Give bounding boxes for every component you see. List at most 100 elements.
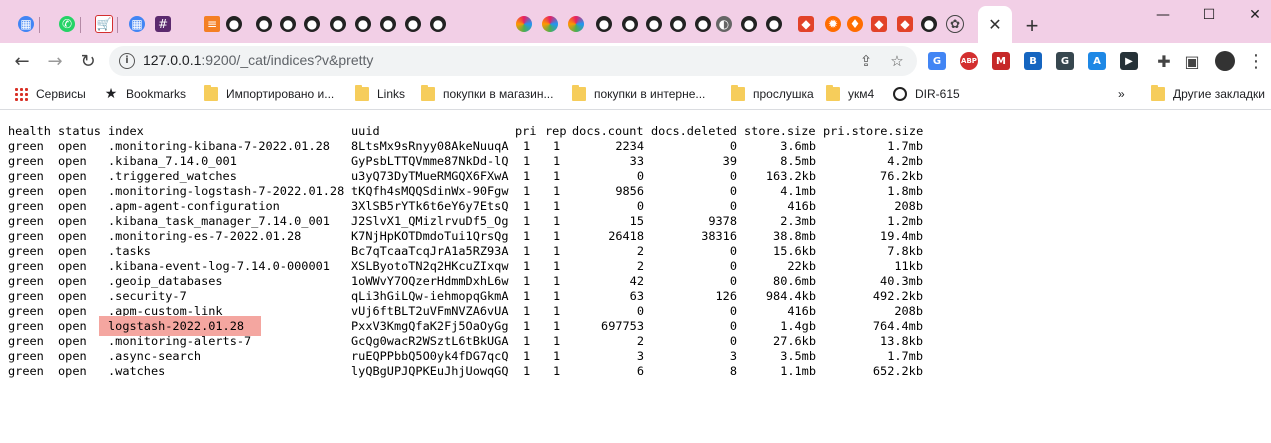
column-header: uuid [351,124,380,138]
browser-tab[interactable] [511,8,537,40]
url-text[interactable]: 127.0.0.1:9200/_cat/indices?v&pretty [143,52,373,68]
table-cell: 1 [523,289,531,303]
bookmark-item[interactable]: покупки в интерне... [572,85,705,103]
table-cell: GyPsbLTTQVmme87NkDd-lQ [351,154,509,168]
table-cell: 764.4mb [872,319,923,333]
browser-tab[interactable]: ◆ [793,8,819,40]
browser-tab[interactable]: 🛒 [91,8,118,40]
forward-button[interactable]: → [41,47,69,75]
table-cell: 1 [523,214,531,228]
table-cell: .triggered_watches [108,169,237,183]
browser-tab[interactable]: ● [221,8,247,40]
table-cell: 1 [553,154,561,168]
browser-tab[interactable]: ● [425,8,451,40]
browser-tab[interactable]: ● [761,8,787,40]
table-cell: 1 [553,364,561,378]
table-cell: open [58,214,87,228]
browser-tab[interactable]: ● [275,8,301,40]
browser-tab[interactable]: ● [617,8,643,40]
bookmark-star-icon[interactable]: ☆ [887,51,907,71]
browser-tab[interactable]: ● [916,8,942,40]
grammar-icon[interactable]: G [1056,52,1074,70]
google-translate-icon[interactable]: G [928,52,946,70]
bookmark-item[interactable]: Links [355,85,405,103]
browser-tab[interactable] [563,8,589,40]
new-tab-button[interactable]: + [1018,12,1046,40]
cursor-extension-icon[interactable]: ▶ [1120,52,1138,70]
browser-tab[interactable]: ● [375,8,401,40]
bookmarks-overflow-button[interactable]: » [1118,85,1125,103]
table-cell: logstash-2022.01.28 [108,319,245,333]
blue-bars-icon[interactable]: B [1024,52,1042,70]
table-cell: 9856 [615,184,644,198]
bookmark-label: Сервисы [36,87,86,101]
adblock-plus-icon[interactable]: ABP [960,52,978,70]
browser-tab[interactable]: ● [641,8,667,40]
browser-tab[interactable]: ● [736,8,762,40]
active-tab[interactable]: ✕ [978,6,1012,43]
share-icon[interactable]: ⇪ [856,51,876,71]
table-cell: 3 [636,349,644,363]
table-cell: 126 [715,289,737,303]
browser-tab[interactable]: ● [299,8,325,40]
table-cell: 80.6mb [773,274,816,288]
table-cell: green [8,259,44,273]
shopping-cart-icon: 🛒 [95,15,113,33]
bookmark-item[interactable]: Сервисы [14,85,86,103]
bookmark-item[interactable]: DIR-615 [893,85,960,103]
bookmark-item[interactable]: укм4 [826,85,874,103]
table-cell: 1 [523,154,531,168]
browser-tab[interactable]: ◆ [892,8,918,40]
profile-avatar[interactable] [1211,47,1239,75]
table-cell: open [58,229,87,243]
column-header: status [58,124,101,138]
browser-tab[interactable]: ● [400,8,426,40]
bookmark-label: Bookmarks [126,87,187,101]
browser-tab[interactable]: ◐ [711,8,737,40]
maximize-button[interactable]: ☐ [1186,0,1232,30]
browser-tab[interactable]: ◆ [866,8,892,40]
reload-button[interactable]: ↻ [74,47,102,75]
browser-tab[interactable]: ▦ [13,8,40,40]
table-cell: XSLByotoTN2q2HKcuZIxqw [351,259,509,273]
browser-tab[interactable]: ● [591,8,617,40]
table-cell: 3 [729,349,737,363]
other-bookmarks-folder[interactable]: Другие закладки [1151,85,1265,103]
table-cell: 38.8mb [773,229,816,243]
browser-tab[interactable]: ♦ [842,8,868,40]
table-cell: u3yQ73DyTMueRMGQX6FXwA [351,169,509,183]
address-bar[interactable]: i 127.0.0.1:9200/_cat/indices?v&pretty ⇪… [109,46,917,76]
browser-tab[interactable]: # [150,8,176,40]
bookmark-item[interactable]: прослушка [731,85,814,103]
window-close-button[interactable]: ✕ [1232,0,1271,30]
browser-tab[interactable]: ✆ [54,8,81,40]
browser-tab[interactable] [537,8,563,40]
browser-tab[interactable]: ● [665,8,691,40]
bookmark-item[interactable]: покупки в магазин... [421,85,553,103]
browser-tab[interactable]: ● [350,8,376,40]
minimize-button[interactable]: — [1140,0,1186,30]
side-panel-icon[interactable]: ▣ [1178,47,1206,75]
bookmark-item[interactable]: ★ Bookmarks [104,85,186,103]
browser-tab[interactable]: ● [325,8,351,40]
bookmark-label: Links [377,87,406,101]
menu-kebab-icon[interactable]: ⋮ [1242,47,1270,75]
back-button[interactable]: ← [8,47,36,75]
browser-tab[interactable]: ✿ [942,8,968,40]
browser-tab[interactable]: ▦ [124,8,150,40]
folder-icon [1151,85,1165,101]
table-cell: 1 [553,259,561,273]
puzzle-extensions-icon[interactable]: ✚ [1150,47,1178,75]
bookmark-item[interactable]: Импортировано и... [204,85,334,103]
site-info-icon[interactable]: i [119,53,135,69]
m-extension-icon[interactable]: M [992,52,1010,70]
table-cell: open [58,154,87,168]
acrobat-icon[interactable]: A [1088,52,1106,70]
folder-icon [355,85,369,101]
table-cell: 652.2kb [872,364,923,378]
table-cell: .kibana_7.14.0_001 [108,154,237,168]
column-header: store.size [744,124,816,138]
browser-tab[interactable]: ● [251,8,277,40]
table-cell: 15 [629,214,644,228]
close-tab-icon[interactable]: ✕ [988,15,1001,35]
